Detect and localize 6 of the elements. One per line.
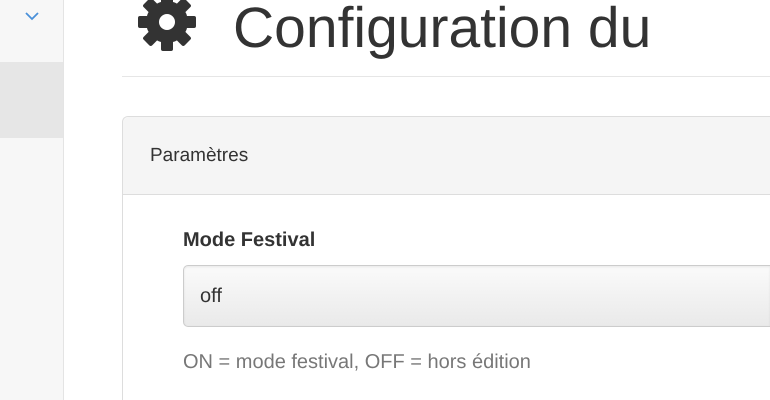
help-text: ON = mode festival, OFF = hors édition — [183, 351, 532, 374]
settings-icon — [137, 0, 197, 52]
select-field[interactable]: off — [183, 265, 770, 327]
panel-title: Paramètres — [150, 144, 248, 166]
field-label: Mode Festival — [183, 229, 316, 252]
chevron-down-icon[interactable] — [24, 12, 38, 21]
